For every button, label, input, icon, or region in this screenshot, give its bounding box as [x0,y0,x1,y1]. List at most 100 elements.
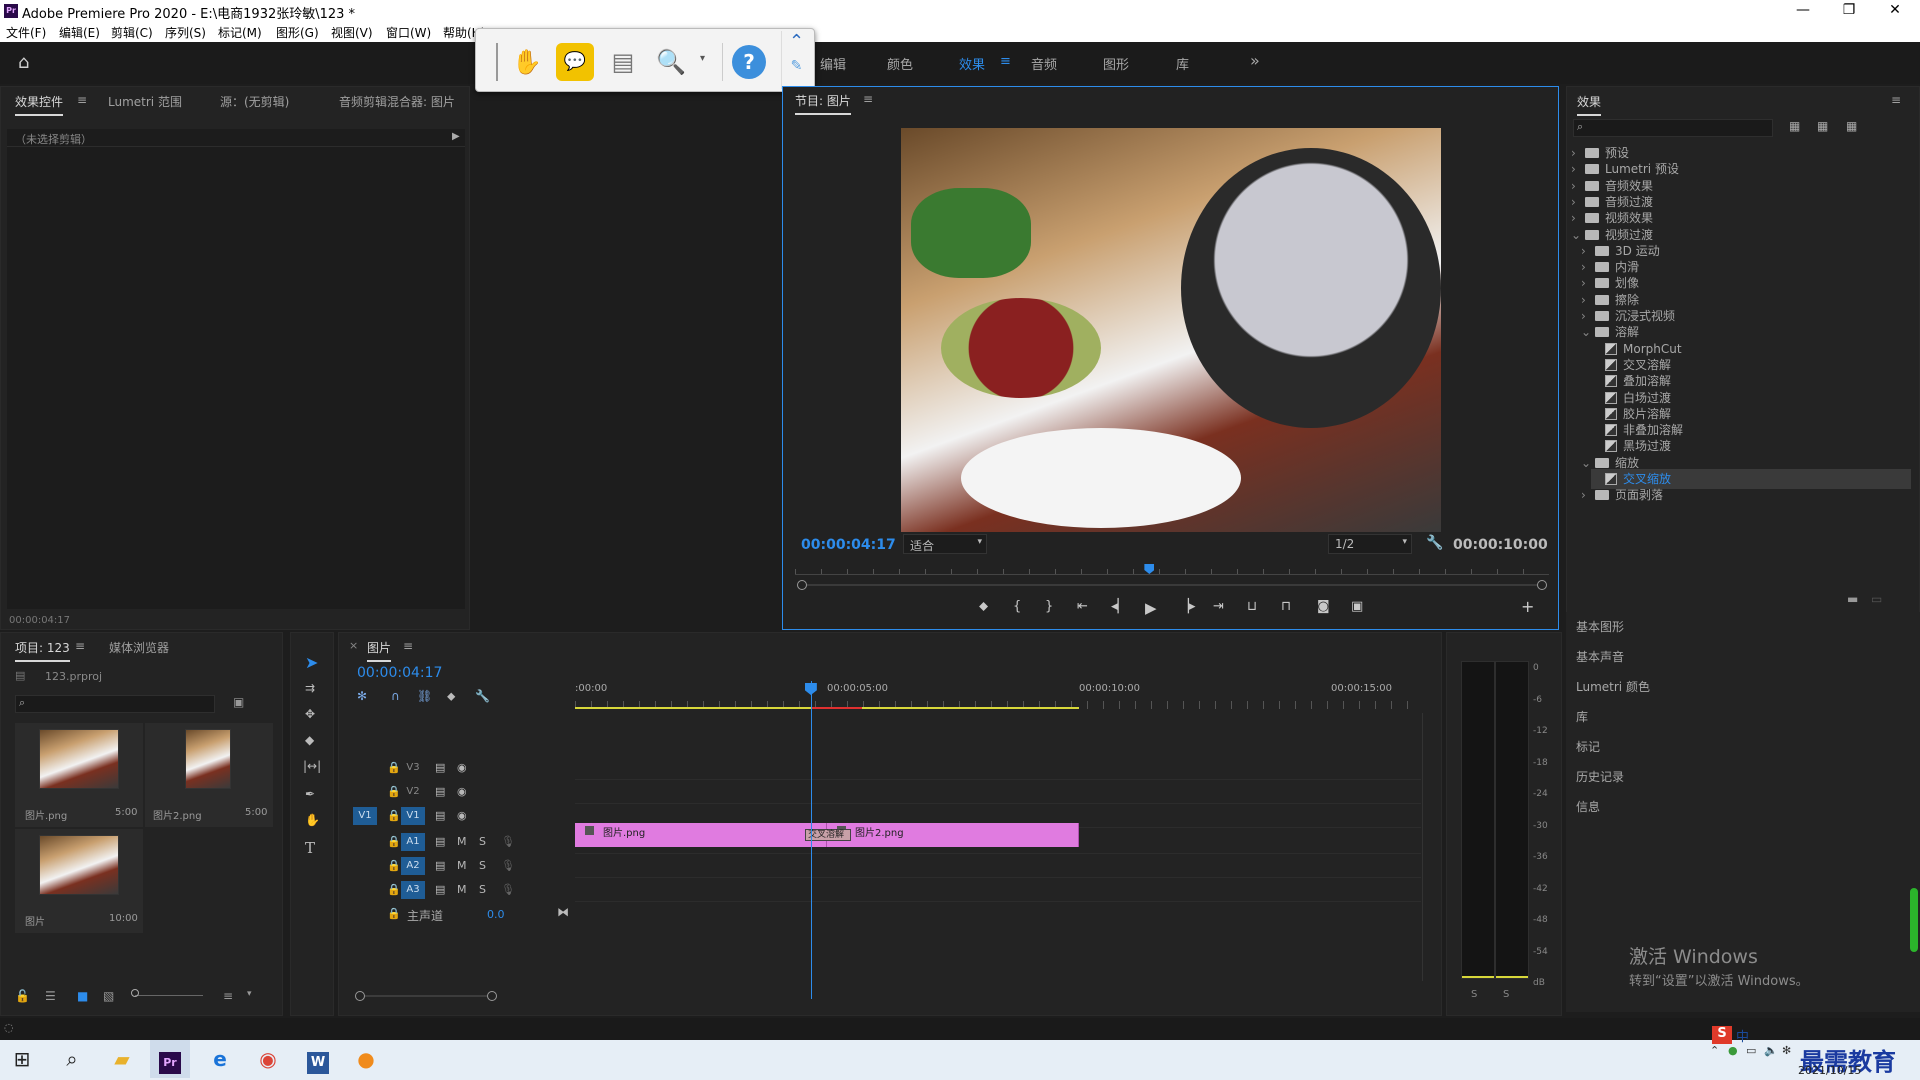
solo-right-button[interactable]: S [1503,989,1509,1000]
mark-out-icon[interactable]: } [1045,599,1053,614]
program-current-timecode[interactable]: 00:00:04:17 [801,537,896,553]
eye-icon[interactable]: ◉ [457,761,467,774]
sort-icon[interactable]: ≡ [223,989,233,1003]
track-select-tool-icon[interactable]: ⇉ [305,681,315,695]
section-history[interactable]: 历史记录 [1576,768,1624,785]
add-marker-icon[interactable]: ⬥ [979,599,988,614]
chevron-down-icon[interactable]: ⌄ [1571,225,1581,245]
solo-left-button[interactable]: S [1471,989,1477,1000]
track-target-a3[interactable]: A3 [401,881,425,899]
comment-icon[interactable]: 💬 [556,43,594,81]
track-lock-icon[interactable]: 🔒 [387,809,401,822]
type-tool-icon[interactable]: T [305,839,315,857]
collapse-up-icon[interactable]: ⌃ [782,31,811,52]
tab-source[interactable]: 源：(无剪辑) [220,93,289,110]
chrome-icon[interactable]: ◉ [248,1040,288,1078]
workspace-color[interactable]: 颜色 [887,54,913,73]
pin-icon[interactable]: ✎ [782,58,811,74]
fit-select[interactable]: 适合 ▾ [903,534,987,554]
home-icon[interactable]: ⌂ [18,52,29,73]
track-target-v1[interactable]: V1 [401,807,425,825]
icon-view-icon[interactable]: ■ [77,989,88,1003]
track-lock-icon[interactable]: 🔒 [387,761,401,774]
timeline-clip[interactable]: 图片2.png [827,823,1079,847]
zoom-slider-handle[interactable] [131,989,139,997]
button-editor-icon[interactable]: + [1521,597,1534,616]
menu-clip[interactable]: 剪辑(C) [111,24,153,41]
minimize-button[interactable]: — [1780,0,1826,22]
mute-button[interactable]: M [457,859,467,872]
workspace-libraries[interactable]: 库 [1176,54,1189,73]
track-target-v2[interactable]: V2 [401,783,425,801]
timeline-zoom-left[interactable] [355,991,365,1001]
search-icon[interactable]: ⌕ [52,1040,92,1078]
play-expand-icon[interactable]: ▶ [452,131,460,142]
project-item-2[interactable]: 图片2.png 5:00 [145,723,273,827]
program-menu-icon[interactable]: ≡ [863,92,873,106]
step-forward-icon[interactable]: ▕▸ [1179,599,1196,614]
toggle-sync-icon[interactable]: ▤ [435,785,445,798]
zoom-slider[interactable] [135,995,203,996]
transition-cross-dissolve[interactable]: 交叉溶解 [805,829,851,841]
zoom-handle-right[interactable] [1537,580,1547,590]
accelerated-effects-icon[interactable]: ▦ [1789,119,1800,133]
section-info[interactable]: 信息 [1576,798,1600,815]
zoom-search-icon[interactable]: 🔍 [652,43,690,81]
project-item-3[interactable]: 图片 10:00 [15,829,143,933]
edge-icon[interactable]: e [200,1040,240,1078]
voiceover-record-icon[interactable]: 🎙 [501,835,515,848]
source-patch-v1[interactable]: V1 [353,807,377,825]
workspace-effects[interactable]: 效果 [959,54,985,73]
menu-edit[interactable]: 编辑(E) [59,24,100,41]
section-lumetri-color[interactable]: Lumetri 颜色 [1576,678,1650,695]
ripple-edit-tool-icon[interactable]: ✥ [305,707,315,721]
premiere-taskbar-icon[interactable]: Pr [150,1040,190,1078]
timeline-clip[interactable]: 图片.png [575,823,827,847]
section-essential-sound[interactable]: 基本声音 [1576,648,1624,665]
freeform-view-icon[interactable]: ▧ [103,989,114,1003]
effects-title[interactable]: 效果 [1577,93,1602,116]
app-icon[interactable]: ● [346,1040,386,1078]
voiceover-record-icon[interactable]: 🎙 [501,859,515,872]
windows-start-icon[interactable]: ⊞ [2,1040,42,1078]
tab-project[interactable]: 项目: 123 [15,639,70,662]
solo-button[interactable]: S [479,883,486,896]
timeline-zoom-bar[interactable] [365,995,487,997]
toggle-sync-icon[interactable]: ▤ [435,883,445,896]
comparison-view-icon[interactable]: ▣ [1351,599,1363,614]
eye-icon[interactable]: ◉ [457,809,467,822]
menu-view[interactable]: 视图(V) [331,24,373,41]
project-search-input[interactable]: ⌕ [15,695,215,713]
wrench-icon[interactable]: 🔧 [1426,535,1443,551]
menu-graphics[interactable]: 图形(G) [276,24,319,41]
master-volume-value[interactable]: 0.0 [487,908,505,921]
program-title[interactable]: 节目: 图片 [795,92,851,115]
delete-icon[interactable]: ▭ [1871,592,1882,606]
go-to-out-icon[interactable]: ⇥ [1213,599,1224,614]
mute-button[interactable]: M [457,883,467,896]
selection-tool-icon[interactable]: ➤ [305,653,318,672]
workspace-effects-menu-icon[interactable]: ≡ [1000,54,1011,69]
track-lock-icon[interactable]: 🔒 [387,835,401,848]
go-to-in-icon[interactable]: ⇤ [1077,599,1088,614]
menu-window[interactable]: 窗口(W) [386,24,431,41]
mark-in-icon[interactable]: { [1013,599,1021,614]
section-markers[interactable]: 标记 [1576,738,1600,755]
32bit-effects-icon[interactable]: ▦ [1817,119,1828,133]
voiceover-record-icon[interactable]: 🎙 [501,883,515,896]
maximize-button[interactable]: ❐ [1826,0,1872,22]
new-bin-icon[interactable]: ▬ [1847,592,1858,606]
effects-menu-icon[interactable]: ≡ [1891,93,1901,107]
effects-search-input[interactable]: ⌕ [1573,119,1773,137]
file-explorer-icon[interactable]: ▰ [102,1040,142,1078]
solo-button[interactable]: S [479,859,486,872]
workspace-graphics[interactable]: 图形 [1103,54,1129,73]
chevron-down-icon[interactable]: ⌄ [1581,322,1591,342]
toggle-sync-icon[interactable]: ▤ [435,809,445,822]
menu-file[interactable]: 文件(F) [6,24,46,41]
track-lock-icon[interactable]: 🔒 [387,907,401,920]
timeline-zoom-right[interactable] [487,991,497,1001]
track-lock-icon[interactable]: 🔒 [387,785,401,798]
mute-button[interactable]: M [457,835,467,848]
track-lock-icon[interactable]: 🔒 [387,883,401,896]
